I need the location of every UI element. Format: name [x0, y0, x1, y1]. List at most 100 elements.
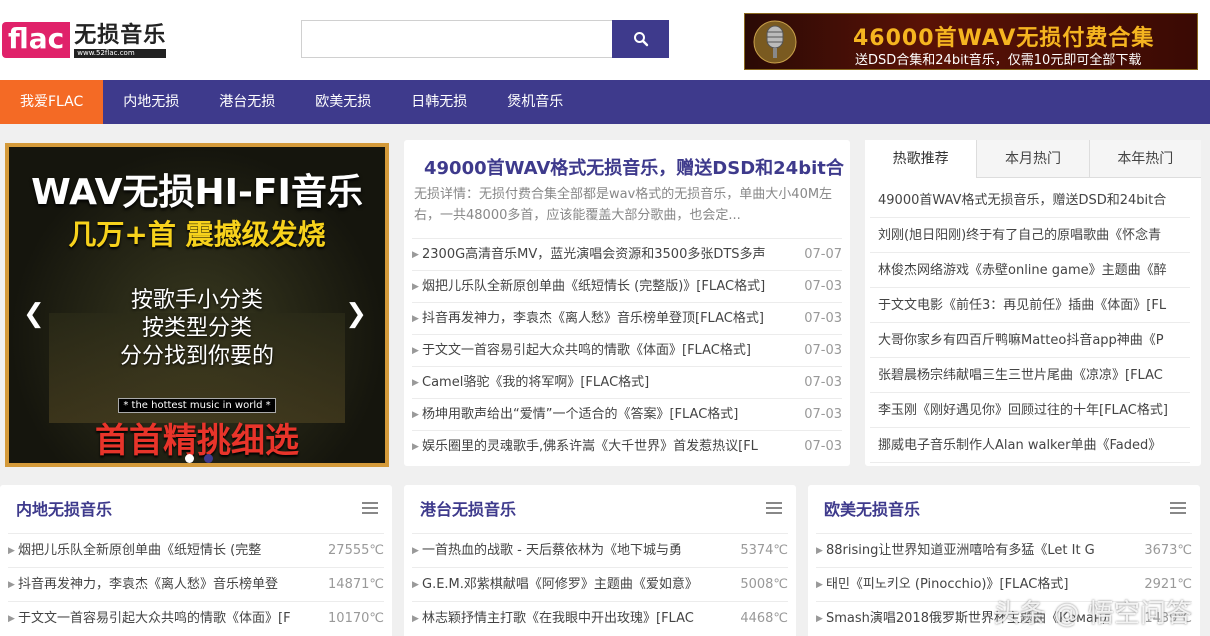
list-item-heat: 10170℃ — [328, 611, 384, 626]
bullet-arrow-icon: ▶ — [816, 580, 823, 590]
list-item-text: 于文文一首容易引起大众共鸣的情歌《体面》[F — [18, 611, 291, 626]
tab-year-hot[interactable]: 本年热门 — [1088, 140, 1201, 178]
list-item-text: 抖音再发神力，李袁杰《离人愁》音乐榜单登 — [18, 577, 279, 592]
nav-item-burnin[interactable]: 煲机音乐 — [487, 80, 583, 124]
prev-arrow-icon[interactable]: ❮ — [23, 299, 45, 329]
slide-line: 按类型分类 — [141, 316, 252, 341]
search-bar — [301, 20, 669, 58]
logo-brand: flac — [2, 22, 71, 58]
list-item-heat: 14871℃ — [328, 577, 384, 592]
ad-subline: 送DSD合集和24bit音乐，仅需10元即可全部下载 — [855, 53, 1142, 68]
hero-slider[interactable]: WAV无损HI-FI音乐 几万+首 震撼级发烧 按歌手小分类 按类型分类 分分找… — [5, 143, 389, 467]
list-item[interactable]: ▶ 2300G高清音乐MV，蓝光演唱会资源和3500多张DTS多声 07-07 — [412, 238, 842, 270]
hot-item[interactable]: 李玉刚《刚好遇见你》回顾过往的十年[FLAC格式] — [870, 393, 1190, 428]
list-menu-icon[interactable] — [766, 502, 782, 514]
bullet-arrow-icon: ▶ — [8, 580, 15, 590]
nav-item-flac[interactable]: 我爱FLAC — [0, 80, 104, 124]
hot-item[interactable]: 刘刚(旭日阳刚)终于有了自己的原唱歌曲《怀念青 — [870, 218, 1190, 253]
nav-item-hktw[interactable]: 港台无损 — [199, 80, 295, 124]
slide-line: 按歌手小分类 — [130, 288, 263, 313]
list-item-heat: 5374℃ — [740, 543, 788, 558]
bullet-arrow-icon: ▶ — [412, 410, 419, 420]
list-item[interactable]: ▶ 于文文一首容易引起大众共鸣的情歌《体面》[FLAC格式] 07-03 — [412, 334, 842, 366]
list-item[interactable]: ▶ 一首热血的战歌 - 天后蔡依林为《地下城与勇 5374℃ — [412, 533, 788, 567]
list-item-date: 07-07 — [804, 247, 842, 262]
hot-item[interactable]: 挪威电子音乐制作人Alan walker单曲《Faded》 — [870, 428, 1190, 463]
list-item[interactable]: ▶ G.E.M.邓紫棋献唱《阿修罗》主题曲《爱如意》 5008℃ — [412, 567, 788, 601]
list-item-heat: 27555℃ — [328, 543, 384, 558]
panel-title[interactable]: 港台无损音乐 — [420, 496, 516, 520]
panel-header: 内地无损音乐 — [0, 485, 392, 531]
list-item-text: 一首热血的战歌 - 天后蔡依林为《地下城与勇 — [422, 543, 682, 558]
bullet-arrow-icon: ▶ — [816, 546, 823, 556]
tab-month-hot[interactable]: 本月热门 — [976, 140, 1089, 178]
slider-dot[interactable] — [185, 454, 194, 463]
list-menu-icon[interactable] — [1170, 502, 1186, 514]
list-item[interactable]: ▶ 抖音再发神力，李袁杰《离人愁》音乐榜单登 14871℃ — [8, 567, 384, 601]
list-item[interactable]: ▶ 抖音再发神力，李袁杰《离人愁》音乐榜单登顶[FLAC格式] 07-03 — [412, 302, 842, 334]
list-item[interactable]: ▶ Camel骆驼《我的将军啊》[FLAC格式] 07-03 — [412, 366, 842, 398]
hot-item[interactable]: 张碧晨杨宗纬献唱三生三世片尾曲《凉凉》[FLAC — [870, 358, 1190, 393]
ad-headline: 46000首WAV无损付费合集 — [853, 26, 1155, 51]
panel-list: ▶ 一首热血的战歌 - 天后蔡依林为《地下城与勇 5374℃ ▶ G.E.M.邓紫棋献… — [412, 533, 788, 635]
list-item[interactable]: ▶ 娱乐圈里的灵魂歌手,佛系许嵩《大千世界》首发惹热议[FL 07-03 — [412, 430, 842, 462]
hot-item[interactable]: 49000首WAV格式无损音乐，赠送DSD和24bit合 — [870, 183, 1190, 218]
ad-banner[interactable]: 46000首WAV无损付费合集 送DSD合集和24bit音乐，仅需10元即可全部… — [744, 13, 1198, 70]
featured-description: 无损详情：无损付费合集全部都是wav格式的无损音乐，单曲大小40M左右，一共48… — [414, 187, 833, 223]
bullet-arrow-icon: ▶ — [816, 614, 823, 624]
list-item[interactable]: ▶ 杨坤用歌声给出“爱情”一个适合的《答案》[FLAC格式] 07-03 — [412, 398, 842, 430]
slider-dot-active[interactable] — [204, 454, 213, 463]
panel-header: 港台无损音乐 — [404, 485, 796, 531]
list-item[interactable]: ▶ 烟把儿乐队全新原创单曲《纸短情长 (完整版)》[FLAC格式] 07-03 — [412, 270, 842, 302]
list-item[interactable]: ▶ 88rising让世界知道亚洲嘻哈有多猛《Let It G 3673℃ — [816, 533, 1192, 567]
hot-item[interactable]: 林俊杰网络游戏《赤壁online game》主题曲《醉 — [870, 253, 1190, 288]
slide-tag-text: * the hottest music in world * — [118, 398, 276, 413]
list-item-date: 07-03 — [804, 439, 842, 454]
hot-panel: 热歌推荐 本月热门 本年热门 49000首WAV格式无损音乐，赠送DSD和24b… — [865, 140, 1201, 466]
list-item-text: G.E.M.邓紫棋献唱《阿修罗》主题曲《爱如意》 — [422, 577, 698, 592]
nav-item-mainland[interactable]: 内地无损 — [103, 80, 199, 124]
list-item-text: 于文文一首容易引起大众共鸣的情歌《体面》[FLAC格式] — [422, 343, 751, 358]
list-item-text: 2300G高清音乐MV，蓝光演唱会资源和3500多张DTS多声 — [422, 247, 766, 262]
slide-subtitle: 几万+首 震撼级发烧 — [68, 218, 326, 251]
featured-title[interactable]: 49000首WAV格式无损音乐，赠送DSD和24bit合 — [424, 154, 844, 180]
list-item-date: 07-03 — [804, 279, 842, 294]
bullet-arrow-icon: ▶ — [412, 580, 419, 590]
list-item-date: 07-03 — [804, 311, 842, 326]
featured-news: 49000首WAV格式无损音乐，赠送DSD和24bit合 无损详情：无损付费合集… — [404, 140, 850, 466]
list-item-date: 07-03 — [804, 375, 842, 390]
nav-item-western[interactable]: 欧美无损 — [295, 80, 391, 124]
search-input[interactable] — [301, 20, 612, 58]
slide-line: 分分找到你要的 — [119, 344, 274, 369]
search-button[interactable] — [612, 20, 669, 58]
slide-title: WAV无损HI-FI音乐 — [31, 172, 363, 213]
slide-lines: 按歌手小分类 按类型分类 分分找到你要的 — [9, 287, 385, 371]
logo-url: www.52flac.com — [74, 48, 167, 58]
list-item-date: 07-03 — [804, 407, 842, 422]
site-logo[interactable]: flac 无损音乐 www.52flac.com — [2, 20, 167, 60]
logo-name: 无损音乐 — [74, 22, 167, 48]
hot-item[interactable]: 于文文电影《前任3：再见前任》插曲《体面》[FL — [870, 288, 1190, 323]
list-item-heat: 4468℃ — [740, 611, 788, 626]
tab-hot-recommend[interactable]: 热歌推荐 — [865, 140, 977, 178]
news-list: ▶ 2300G高清音乐MV，蓝光演唱会资源和3500多张DTS多声 07-07 ▶ 烟… — [412, 238, 842, 462]
hot-list: 49000首WAV格式无损音乐，赠送DSD和24bit合 刘刚(旭日阳刚)终于有… — [870, 183, 1190, 463]
list-item-text: 杨坤用歌声给出“爱情”一个适合的《答案》[FLAC格式] — [422, 407, 739, 422]
panel-hktw: 港台无损音乐 ▶ 一首热血的战歌 - 天后蔡依林为《地下城与勇 5374℃ ▶ G.E… — [404, 485, 796, 636]
nav-item-jpkr[interactable]: 日韩无损 — [391, 80, 487, 124]
list-item[interactable]: ▶ 烟把儿乐队全新原创单曲《纸短情长 (完整 27555℃ — [8, 533, 384, 567]
bullet-arrow-icon: ▶ — [412, 614, 419, 624]
next-arrow-icon[interactable]: ❯ — [345, 299, 367, 329]
panel-title[interactable]: 欧美无损音乐 — [824, 496, 920, 520]
list-item[interactable]: ▶ 于文文一首容易引起大众共鸣的情歌《体面》[F 10170℃ — [8, 601, 384, 635]
bullet-arrow-icon: ▶ — [412, 282, 419, 292]
list-item-text: 抖音再发神力，李袁杰《离人愁》音乐榜单登顶[FLAC格式] — [422, 311, 764, 326]
bullet-arrow-icon: ▶ — [412, 314, 419, 324]
panel-header: 欧美无损音乐 — [808, 485, 1200, 531]
panel-title[interactable]: 内地无损音乐 — [16, 496, 112, 520]
list-item[interactable]: ▶ 林志颖抒情主打歌《在我眼中开出玫瑰》[FLAC 4468℃ — [412, 601, 788, 635]
list-item-text: Camel骆驼《我的将军啊》[FLAC格式] — [422, 375, 650, 390]
hot-item[interactable]: 大哥你家乡有四百斤鸭嘛Matteo抖音app神曲《P — [870, 323, 1190, 358]
list-item-text: 烟把儿乐队全新原创单曲《纸短情长 (完整 — [18, 543, 262, 558]
list-menu-icon[interactable] — [362, 502, 378, 514]
